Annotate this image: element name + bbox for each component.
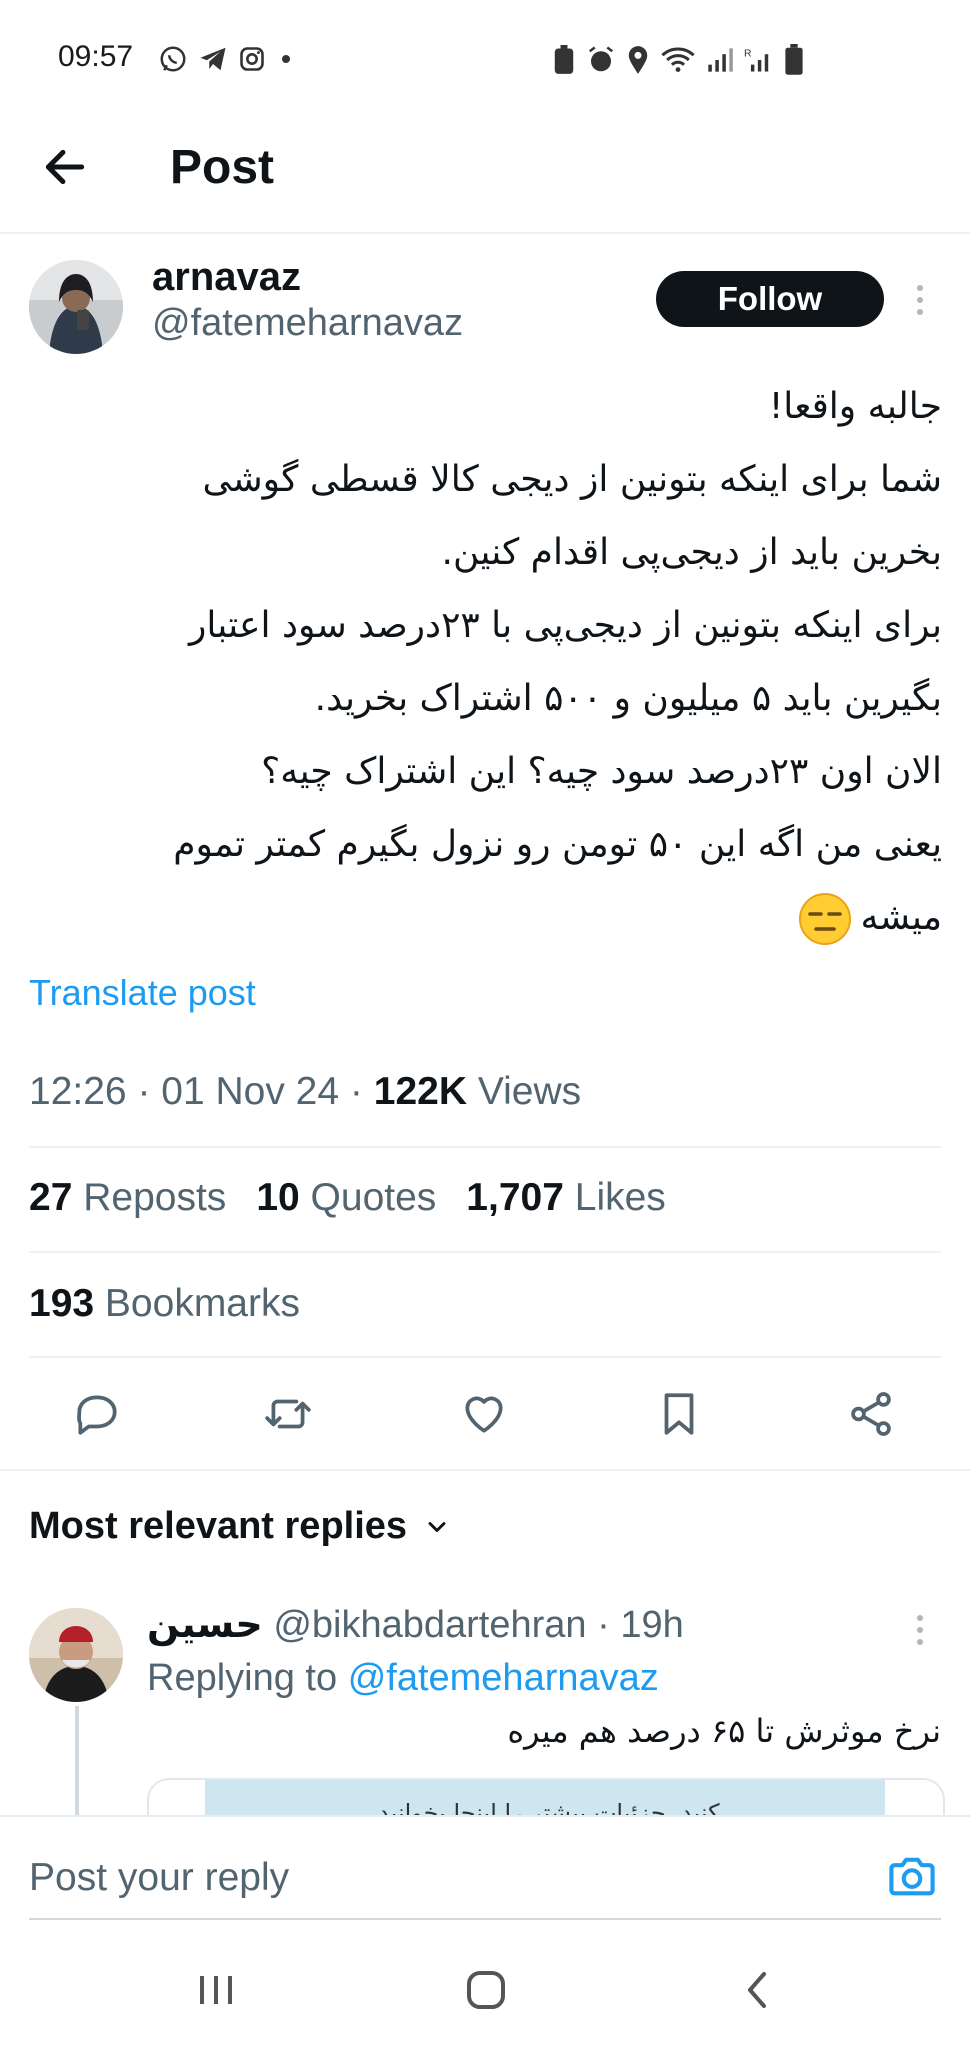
- divider: [29, 1251, 941, 1253]
- reposts-stat[interactable]: 27 Reposts: [29, 1176, 226, 1220]
- bookmarks-stat[interactable]: 193 Bookmarks: [29, 1282, 300, 1326]
- camera-icon: [889, 1857, 935, 1896]
- more-vertical-icon: [917, 285, 923, 315]
- reposts-count: 27: [29, 1176, 73, 1219]
- replying-to-handle[interactable]: @fatemeharnavaz: [348, 1657, 659, 1699]
- bookmarks-label: Bookmarks: [104, 1282, 300, 1325]
- battery-saver-icon: [554, 45, 574, 74]
- share-icon: [851, 1392, 891, 1436]
- repost-icon: [265, 1399, 311, 1429]
- views-count: 122K: [373, 1070, 467, 1113]
- reply-icon: [77, 1395, 117, 1435]
- divider: [29, 1146, 941, 1148]
- post-line: شما برای اینکه بتونین از دیجی کالا قسطی …: [202, 459, 942, 500]
- system-back-button[interactable]: [742, 1970, 772, 2010]
- post-line: برای اینکه بتونین از دیجی‌پی با ۲۳درصد س…: [188, 605, 942, 646]
- post-line: میشه: [860, 897, 942, 938]
- post-date: 01 Nov 24: [161, 1070, 340, 1113]
- more-options-button[interactable]: [908, 280, 932, 320]
- replying-prefix: Replying to: [147, 1657, 338, 1699]
- post-meta: 12:26 · 01 Nov 24 · 122K Views: [29, 1070, 582, 1113]
- like-button[interactable]: [459, 1389, 509, 1439]
- reply-input[interactable]: Post your reply: [29, 1856, 289, 1900]
- author-name[interactable]: arnavaz: [152, 255, 301, 300]
- bookmark-icon: [664, 1393, 694, 1435]
- status-time: 09:57: [58, 40, 134, 73]
- recents-icon: [200, 1976, 232, 2004]
- translate-post-link[interactable]: Translate post: [29, 972, 256, 1014]
- battery-icon: [785, 44, 803, 75]
- author-handle[interactable]: @fatemeharnavaz: [152, 302, 463, 345]
- recent-apps-button[interactable]: [196, 1970, 236, 2010]
- post-line: جالبه واقعا!: [768, 386, 942, 427]
- bookmark-button[interactable]: [654, 1389, 704, 1439]
- telegram-icon: [200, 47, 226, 71]
- alarm-icon: [589, 46, 613, 72]
- post-line: یعنی من اگه این ۵۰ تومن رو نزول بگیرم کم…: [173, 824, 942, 865]
- home-button[interactable]: [464, 1968, 508, 2012]
- quotes-label: Quotes: [310, 1176, 437, 1219]
- likes-count: 1,707: [466, 1176, 564, 1219]
- engagement-stats: 27 Reposts 10 Quotes 1,707 Likes: [29, 1176, 666, 1220]
- chevron-left-icon: [748, 1972, 766, 2008]
- quotes-stat[interactable]: 10 Quotes: [256, 1176, 436, 1220]
- reply-author-name[interactable]: حسین: [147, 1602, 263, 1646]
- signal-roaming-icon: R: [744, 49, 769, 72]
- svg-text:R: R: [744, 49, 752, 60]
- post-text: جالبه واقعا! شما برای اینکه بتونین از دی…: [22, 370, 942, 954]
- expressionless-face-emoji: [798, 892, 852, 946]
- arrow-left-icon: [45, 149, 85, 185]
- bookmarks-count: 193: [29, 1282, 95, 1325]
- status-left-icons: [158, 44, 296, 74]
- post-line: بخرین باید از دیجی‌پی اقدام کنین.: [441, 532, 942, 573]
- reply-author-handle[interactable]: @bikhabdartehran: [273, 1604, 586, 1646]
- replies-sort-dropdown[interactable]: Most relevant replies: [29, 1505, 451, 1548]
- quotes-count: 10: [256, 1176, 300, 1219]
- home-icon: [467, 1971, 505, 2009]
- views-label: Views: [477, 1070, 582, 1113]
- share-button[interactable]: [846, 1389, 896, 1439]
- more-vertical-icon: [917, 1615, 923, 1645]
- replies-heading: Most relevant replies: [29, 1505, 408, 1547]
- post-time: 12:26: [29, 1070, 127, 1113]
- reply-avatar[interactable]: [29, 1608, 123, 1702]
- post-line: بگیرین باید ۵ میلیون و ۵۰۰ اشتراک بخرید.: [314, 678, 942, 719]
- instagram-icon: [240, 47, 264, 71]
- repost-button[interactable]: [263, 1389, 313, 1439]
- dot-icon: [282, 55, 290, 63]
- page-title: Post: [170, 141, 275, 194]
- reposts-label: Reposts: [83, 1176, 227, 1219]
- post-line-last: میشه: [22, 881, 942, 954]
- back-button[interactable]: [40, 142, 90, 192]
- wifi-icon: [661, 47, 695, 72]
- location-icon: [628, 46, 648, 74]
- thread-line: [75, 1706, 79, 1816]
- whatsapp-icon: [160, 46, 186, 72]
- composer-underline: [29, 1918, 941, 1920]
- heart-icon: [465, 1396, 503, 1433]
- status-right-icons: R: [552, 44, 804, 76]
- post-line: الان اون ۲۳درصد سود چیه؟ این اشتراک چیه؟: [261, 751, 942, 792]
- replying-to: Replying to @fatemeharnavaz: [147, 1657, 659, 1700]
- follow-button[interactable]: Follow: [656, 271, 884, 327]
- reply-more-options-button[interactable]: [908, 1610, 932, 1650]
- chevron-down-icon: [428, 1521, 446, 1532]
- reply-button[interactable]: [72, 1389, 122, 1439]
- likes-label: Likes: [574, 1176, 666, 1219]
- camera-button[interactable]: [886, 1850, 938, 1902]
- reply-time: 19h: [620, 1604, 684, 1646]
- reply-text: نرخ موثرش تا ۶۵ درصد هم میره: [507, 1712, 941, 1750]
- likes-stat[interactable]: 1,707 Likes: [466, 1176, 666, 1220]
- divider: [29, 1356, 941, 1358]
- signal-icon: [708, 48, 733, 72]
- reply-header: حسین @bikhabdartehran · 19h: [147, 1602, 684, 1646]
- header-divider: [0, 232, 970, 234]
- author-avatar[interactable]: [29, 260, 123, 354]
- divider: [0, 1469, 970, 1471]
